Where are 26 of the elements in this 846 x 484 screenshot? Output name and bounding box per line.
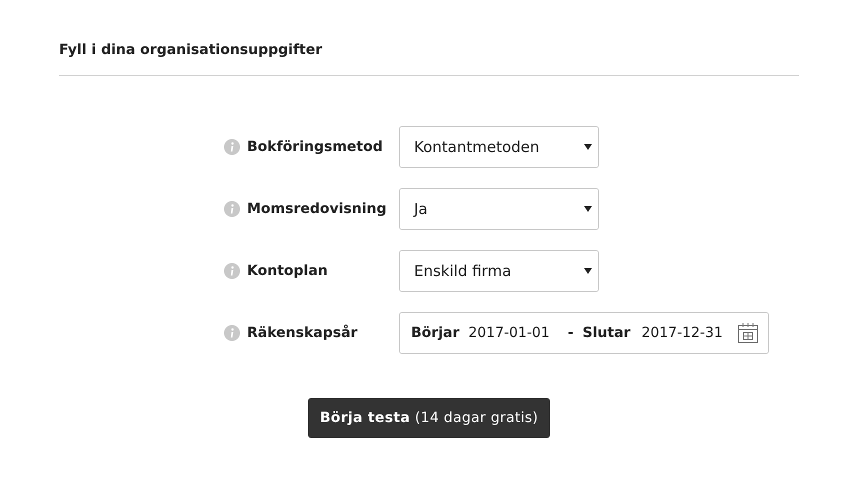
field-label: Kontoplan: [247, 262, 328, 280]
start-date: 2017-01-01: [468, 324, 550, 342]
select-field[interactable]: Ja: [399, 188, 599, 230]
calendar-icon[interactable]: [737, 322, 759, 344]
field-label: Räkenskapsår: [247, 324, 358, 342]
select-value: Ja: [414, 198, 428, 220]
field-label: Bokföringsmetod: [247, 138, 383, 156]
range-separator: -: [568, 324, 574, 342]
start-trial-button[interactable]: Börja testa (14 dagar gratis): [308, 398, 550, 438]
section-title: Fyll i dina organisationsuppgifter: [59, 41, 324, 60]
end-label: Slutar: [582, 324, 630, 342]
info-icon[interactable]: [224, 325, 240, 341]
field-label: Momsredovisning: [247, 200, 387, 218]
info-icon[interactable]: [224, 263, 240, 279]
end-date: 2017-12-31: [641, 324, 723, 342]
select-value: Kontantmetoden: [414, 136, 540, 158]
select-field[interactable]: Enskild firma: [399, 250, 599, 292]
start-label: Börjar: [411, 324, 460, 342]
info-icon[interactable]: [224, 201, 240, 217]
select-value: Enskild firma: [414, 260, 512, 282]
date-range-field[interactable]: Börjar 2017-01-01 - Slutar 2017-12-31: [399, 312, 769, 354]
caret-icon: [584, 144, 592, 150]
caret-icon: [584, 206, 592, 212]
caret-icon: [584, 268, 592, 274]
select-field[interactable]: Kontantmetoden: [399, 126, 599, 168]
info-icon[interactable]: [224, 139, 240, 155]
